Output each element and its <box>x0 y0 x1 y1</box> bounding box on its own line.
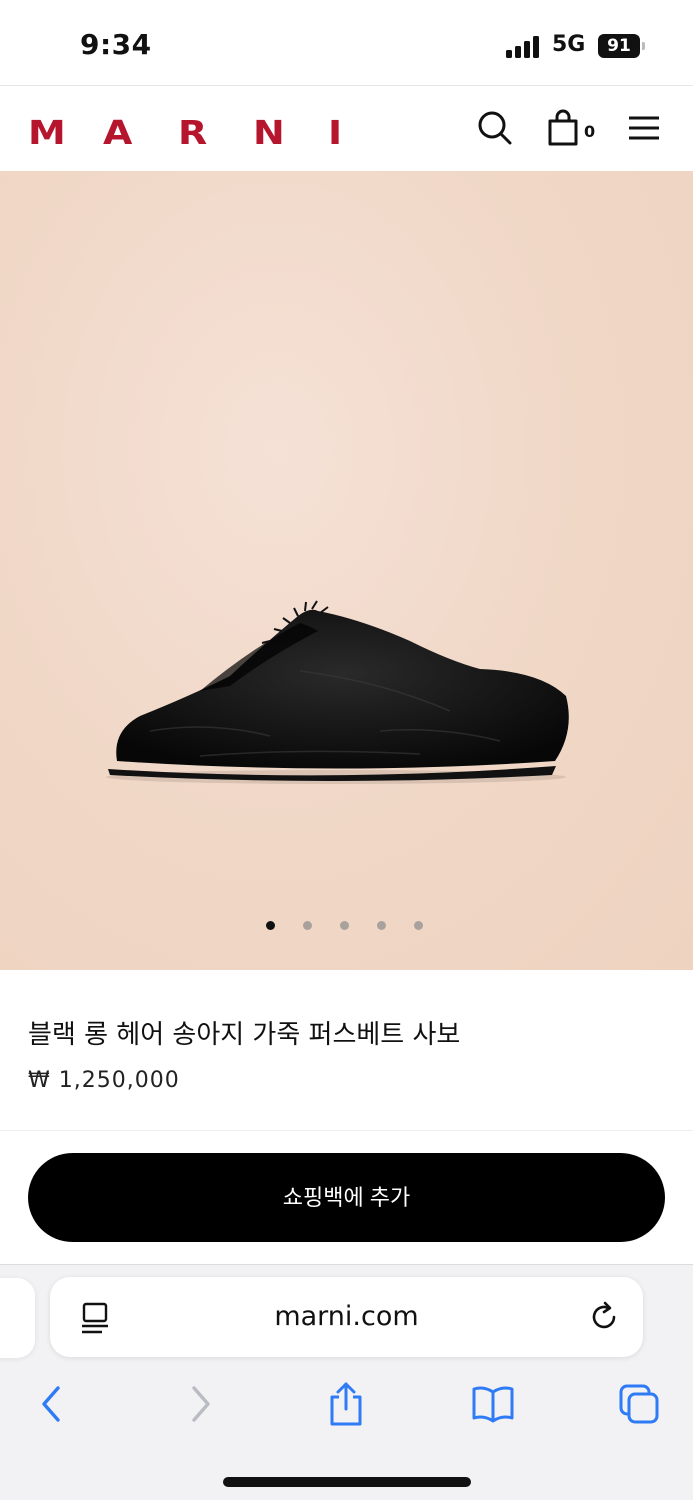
home-indicator <box>223 1477 471 1487</box>
previous-tab-preview[interactable] <box>0 1278 35 1358</box>
carousel-dot[interactable] <box>414 921 423 930</box>
logo-letter: N <box>253 113 285 152</box>
hamburger-menu-icon <box>629 116 659 140</box>
reload-icon[interactable] <box>588 1300 620 1334</box>
address-bar[interactable]: marni.com <box>50 1277 643 1357</box>
share-button[interactable] <box>321 1379 371 1429</box>
carousel-dot[interactable] <box>340 921 349 930</box>
marni-logo[interactable]: M A R N I <box>28 113 368 152</box>
forward-button[interactable] <box>176 1379 226 1429</box>
cellular-signal-icon <box>506 36 542 58</box>
browser-toolbar: marni.com <box>0 1264 693 1500</box>
shopping-bag-button[interactable]: 0 <box>546 108 602 148</box>
search-button[interactable] <box>475 108 515 148</box>
logo-letter: I <box>328 113 343 152</box>
product-price: ₩ 1,250,000 <box>28 1068 180 1093</box>
bookmarks-button[interactable] <box>468 1379 518 1429</box>
carousel-dot[interactable] <box>377 921 386 930</box>
site-header: M A R N I 0 <box>0 86 693 171</box>
status-time: 9:34 <box>80 28 152 61</box>
bag-count: 0 <box>584 122 596 141</box>
carousel-dot[interactable] <box>303 921 312 930</box>
bookmarks-icon <box>472 1386 514 1423</box>
tabs-icon <box>619 1384 659 1424</box>
share-icon <box>330 1382 362 1426</box>
back-icon <box>42 1386 60 1422</box>
add-to-bag-button[interactable]: 쇼핑백에 추가 <box>28 1153 665 1242</box>
carousel-pagination <box>266 921 423 933</box>
logo-letter: R <box>178 113 208 152</box>
tabs-button[interactable] <box>614 1379 664 1429</box>
product-image-carousel[interactable] <box>0 171 693 970</box>
search-icon <box>478 111 512 145</box>
product-photo-sabot <box>106 600 569 784</box>
menu-button[interactable] <box>626 108 666 148</box>
status-bar: 9:34 5G 91 <box>0 0 693 86</box>
product-name: 블랙 롱 헤어 송아지 가죽 퍼스베트 사보 <box>28 1020 461 1050</box>
product-info: 블랙 롱 헤어 송아지 가죽 퍼스베트 사보 ₩ 1,250,000 <box>0 970 693 1130</box>
cta-bar: 쇼핑백에 추가 <box>0 1130 693 1264</box>
url-text[interactable]: marni.com <box>50 1301 643 1332</box>
shopping-bag-icon <box>548 109 578 146</box>
logo-letter: M <box>28 113 66 152</box>
forward-icon <box>192 1386 210 1422</box>
network-type: 5G <box>552 32 586 57</box>
back-button[interactable] <box>26 1379 76 1429</box>
logo-letter: A <box>103 113 133 152</box>
battery-level: 91 <box>598 34 640 58</box>
battery-icon: 91 <box>598 34 646 58</box>
carousel-dot[interactable] <box>266 921 275 930</box>
